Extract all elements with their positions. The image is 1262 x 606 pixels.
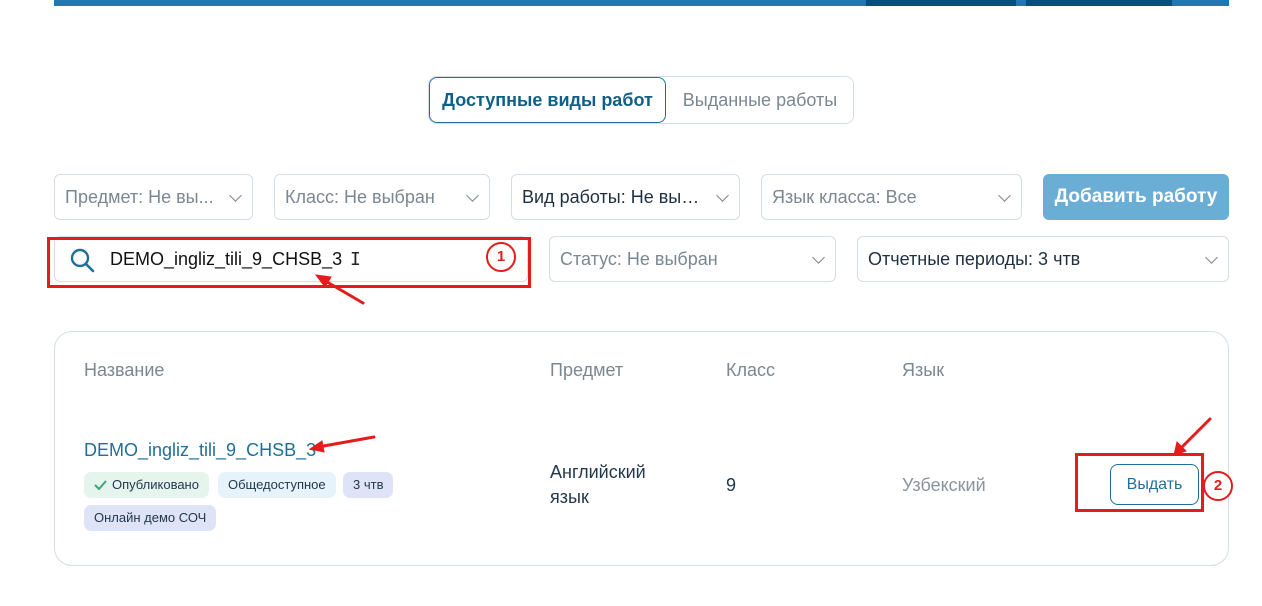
column-header-class: Класс (726, 360, 775, 380)
class-select-value: Класс: Не выбран (285, 187, 435, 207)
annotation-highlight-issue (1075, 453, 1204, 512)
status-select[interactable]: Статус: Не выбран (549, 236, 836, 282)
reporting-periods-select[interactable]: Отчетные периоды: 3 чтв (857, 236, 1229, 282)
top-bar-segment (866, 0, 1016, 6)
top-bar-segment (1026, 0, 1172, 6)
work-title-link[interactable]: DEMO_ingliz_tili_9_CHSB_3 (84, 440, 316, 461)
access-badge-public: Общедоступное (218, 472, 336, 498)
chevron-down-icon (998, 189, 1011, 202)
chevron-down-icon (466, 189, 479, 202)
subject-select[interactable]: Предмет: Не вы... (54, 174, 253, 220)
tab-switcher: Доступные виды работ Выданные работы (428, 76, 854, 124)
tab-available-works[interactable]: Доступные виды работ (429, 77, 666, 123)
add-work-button[interactable]: Добавить работу (1043, 174, 1229, 220)
top-bar (54, 0, 1229, 6)
chevron-down-icon (229, 189, 242, 202)
row-class: 9 (726, 475, 737, 495)
period-badge: 3 чтв (343, 472, 394, 498)
annotation-highlight-search (47, 237, 531, 288)
class-select[interactable]: Класс: Не выбран (274, 174, 490, 220)
class-language-select-value: Язык класса: Все (772, 187, 917, 207)
chevron-down-icon (812, 251, 825, 264)
chevron-down-icon (1205, 251, 1218, 264)
work-type-select-value: Вид работы: Не выб... (522, 187, 705, 207)
column-header-name: Название (84, 360, 165, 380)
step-badge-1: 1 (486, 242, 516, 272)
row-language: Узбекский (902, 475, 986, 495)
chevron-down-icon (716, 189, 729, 202)
checkmark-icon (94, 480, 107, 491)
subject-select-value: Предмет: Не вы... (65, 187, 214, 207)
status-badge-published: Опубликовано (84, 472, 209, 498)
step-badge-2: 2 (1203, 471, 1233, 501)
row-subject-line2: язык (550, 487, 589, 507)
status-badge-published-label: Опубликовано (112, 477, 199, 492)
status-select-value: Статус: Не выбран (560, 249, 718, 269)
row-subject-line1: Английский (550, 462, 646, 482)
column-header-language: Язык (902, 360, 945, 380)
tab-issued-works[interactable]: Выданные работы (667, 77, 853, 123)
reporting-periods-select-value: Отчетные периоды: 3 чтв (868, 249, 1081, 269)
column-header-subject: Предмет (550, 360, 624, 380)
class-language-select[interactable]: Язык класса: Все (761, 174, 1022, 220)
work-type-select[interactable]: Вид работы: Не выб... (511, 174, 740, 220)
type-badge-online-demo: Онлайн демо СОЧ (84, 505, 217, 531)
